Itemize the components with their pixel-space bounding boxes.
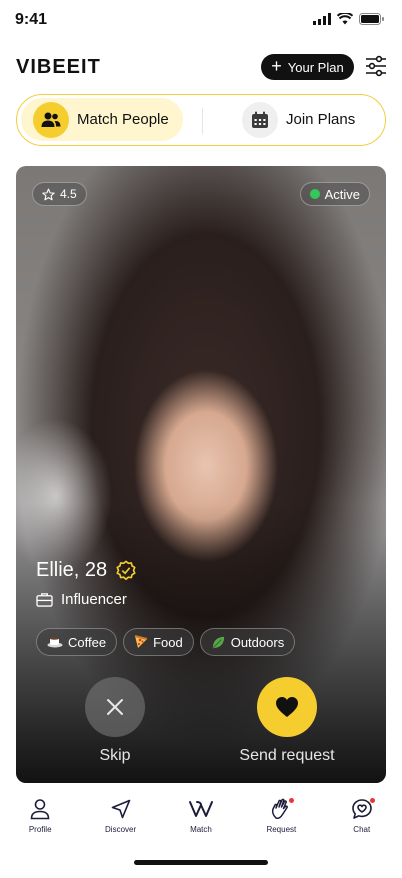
chat-notification-dot [369,798,375,803]
toggle-divider [202,108,203,134]
bottom-nav: Profile Discover Match Request Chat [0,796,402,846]
request-notification-dot [289,798,295,803]
interest-tag-food: Food [123,628,194,656]
occupation-row: Influencer [36,591,127,608]
tab-match-people[interactable]: Match People [21,98,183,141]
occupation-label: Influencer [61,591,127,608]
skip-action: Skip [70,677,160,765]
wifi-icon [337,13,353,25]
skip-label: Skip [99,747,131,764]
nav-request-label: Request [266,825,297,834]
interest-tag-label: Food [153,634,183,650]
status-badge: Active [299,182,370,206]
briefcase-icon [36,593,53,607]
chat-heart-icon [349,796,375,822]
nav-discover-label: Discover [105,825,137,834]
nav-match[interactable]: Match [171,796,231,846]
active-dot-icon [309,189,320,199]
mode-toggle: Match People Join Plans [16,94,386,146]
people-icon [33,101,69,138]
tab-join-plans[interactable]: Join Plans [242,98,382,141]
pizza-icon [134,635,148,648]
status-label: Active [324,186,360,202]
navigation-arrow-icon [108,796,134,822]
status-time: 9:41 [15,11,48,28]
send-request-label: Send request [239,747,335,764]
battery-icon [359,13,384,25]
plus-icon: + [271,56,282,76]
star-icon [42,188,55,200]
profile-card[interactable]: 4.5 Active Ellie, 28 Influencer Coffee F… [16,166,386,783]
interest-tags: Coffee Food Outdoors [36,628,296,656]
interest-tag-outdoors: Outdoors [199,628,296,656]
profile-name-row: Ellie, 28 [36,559,137,582]
nav-chat-label: Chat [353,825,371,834]
app-header: VIBEEIT + Your Plan [16,52,386,84]
nav-match-label: Match [190,825,212,834]
close-icon [107,699,123,715]
nav-discover[interactable]: Discover [91,796,151,846]
your-plan-button[interactable]: + Your Plan [261,54,354,80]
send-request-action: Send request [222,677,352,765]
calendar-icon [242,101,278,138]
coffee-icon [47,637,63,648]
tab-match-people-label: Match People [77,111,169,128]
user-icon [27,796,53,822]
waving-hand-icon [268,796,295,822]
interest-tag-label: Outdoors [230,634,285,650]
status-bar: 9:41 [0,0,402,40]
your-plan-label: Your Plan [287,59,344,75]
home-indicator [134,860,268,865]
app-logo: VIBEEIT [16,56,101,78]
interest-tag-label: Coffee [68,634,107,650]
verified-icon [116,560,136,580]
filter-button[interactable] [364,54,388,80]
nav-chat[interactable]: Chat [332,796,392,846]
skip-button[interactable] [85,677,145,737]
send-request-button[interactable] [257,677,317,737]
heart-icon [276,697,298,717]
nav-profile-label: Profile [28,825,52,834]
cellular-icon [313,13,331,25]
nav-profile[interactable]: Profile [10,796,70,846]
interest-tag-coffee: Coffee [36,628,118,656]
status-icons [313,13,384,25]
tab-join-plans-label: Join Plans [286,111,356,128]
nav-request[interactable]: Request [251,796,311,846]
profile-name-age: Ellie, 28 [36,559,108,581]
rating-value: 4.5 [60,187,77,201]
leaf-icon [212,636,224,649]
match-logo-icon [188,796,214,822]
sliders-icon [366,55,386,77]
rating-badge: 4.5 [32,182,87,206]
